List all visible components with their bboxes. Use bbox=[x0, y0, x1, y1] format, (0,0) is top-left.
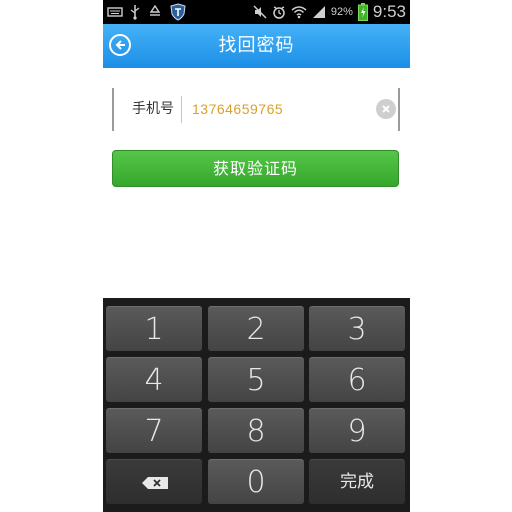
key-9[interactable]: 9 bbox=[309, 408, 405, 453]
notification-icons bbox=[107, 3, 187, 21]
clear-icon bbox=[382, 105, 390, 113]
phone-input-row: 手机号 bbox=[112, 88, 400, 131]
phone-number-input[interactable] bbox=[192, 88, 362, 131]
field-divider bbox=[181, 96, 182, 123]
key-label: 0 bbox=[246, 465, 266, 500]
key-label: 5 bbox=[246, 363, 266, 398]
system-icons: 92% 9:53 bbox=[253, 0, 406, 24]
wifi-icon bbox=[291, 6, 307, 19]
key-done[interactable]: 完成 bbox=[309, 459, 405, 504]
back-button[interactable] bbox=[109, 34, 131, 56]
key-label: 完成 bbox=[340, 472, 374, 492]
key-label: 9 bbox=[347, 414, 367, 449]
row-right-border bbox=[398, 88, 400, 131]
clock: 9:53 bbox=[372, 2, 406, 21]
key-7[interactable]: 7 bbox=[106, 408, 202, 453]
shield-icon bbox=[170, 3, 186, 21]
phone-screen: 92% 9:53 找回密码 手机号 13764659765 获取验证码 1 2 … bbox=[103, 0, 410, 512]
get-code-button[interactable]: 获取验证码 bbox=[112, 150, 399, 187]
usb-icon bbox=[130, 5, 140, 20]
keyboard-icon bbox=[107, 7, 123, 17]
title-bar: 找回密码 bbox=[103, 24, 410, 68]
status-bar: 92% 9:53 bbox=[103, 0, 410, 24]
back-arrow-icon bbox=[115, 40, 125, 50]
key-0[interactable]: 0 bbox=[208, 459, 304, 504]
key-label: 6 bbox=[347, 363, 367, 398]
numeric-keypad: 1 2 3 4 5 6 7 8 9 0 完成 bbox=[103, 298, 410, 512]
key-5[interactable]: 5 bbox=[208, 357, 304, 402]
row-left-border bbox=[112, 88, 114, 131]
clear-button[interactable] bbox=[376, 99, 396, 119]
key-6[interactable]: 6 bbox=[309, 357, 405, 402]
mute-icon bbox=[253, 5, 267, 19]
key-8[interactable]: 8 bbox=[208, 408, 304, 453]
backspace-icon bbox=[142, 477, 168, 489]
page-title: 找回密码 bbox=[218, 35, 295, 56]
key-2[interactable]: 2 bbox=[208, 306, 304, 351]
key-4[interactable]: 4 bbox=[106, 357, 202, 402]
key-3[interactable]: 3 bbox=[309, 306, 405, 351]
key-backspace[interactable] bbox=[106, 459, 202, 504]
key-1[interactable]: 1 bbox=[106, 306, 202, 351]
key-label: 2 bbox=[246, 312, 266, 347]
key-label: 3 bbox=[347, 312, 367, 347]
key-label: 8 bbox=[246, 414, 266, 449]
key-label: 1 bbox=[144, 312, 164, 347]
phone-label: 手机号 bbox=[132, 101, 174, 117]
recycle-icon bbox=[149, 4, 161, 16]
key-label: 4 bbox=[144, 363, 164, 398]
battery-charging-icon bbox=[357, 3, 368, 21]
key-label: 7 bbox=[144, 414, 164, 449]
alarm-icon bbox=[273, 6, 285, 19]
signal-icon bbox=[312, 6, 325, 18]
battery-percent: 92% bbox=[330, 6, 353, 18]
